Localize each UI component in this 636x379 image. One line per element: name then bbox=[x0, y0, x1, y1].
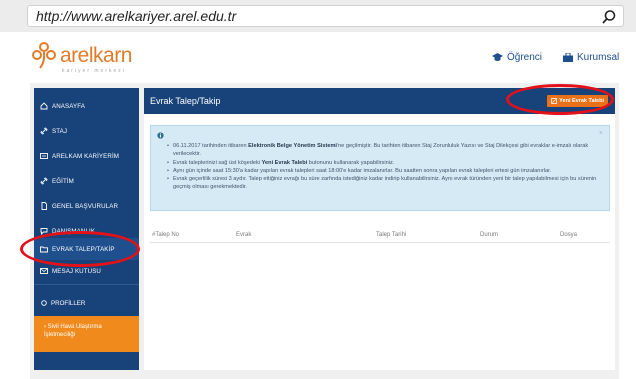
sidebar-item-egitim[interactable]: EĞİTİM bbox=[34, 170, 139, 192]
column-header-talep-no[interactable]: #Talep No bbox=[152, 232, 179, 238]
profiles-label: PROFİLLER bbox=[51, 299, 86, 307]
column-header-durum[interactable]: Durum bbox=[480, 232, 498, 238]
page-title: Evrak Talep/Takip bbox=[150, 96, 221, 106]
sidebar-item-label: ARELKAM KARİYERİM bbox=[52, 152, 120, 160]
column-header-evrak[interactable]: Evrak bbox=[236, 232, 251, 238]
logo-subtext: kariyer merkezi bbox=[62, 68, 126, 74]
sidebar: ANASAYFA STAJ ARELKAM KARİYERİM EĞİTİM G… bbox=[34, 88, 139, 370]
sidebar-item-genel-basvurular[interactable]: GENEL BAŞVURULAR bbox=[34, 195, 139, 217]
kurumsal-label: Kurumsal bbox=[577, 52, 620, 63]
close-icon[interactable]: × bbox=[599, 130, 603, 137]
info-item: 06.11.2017 tarihinden itibaren Elektroni… bbox=[167, 142, 603, 159]
main-content: Evrak Talep/Takip Yeni Evrak Talebi × 06… bbox=[144, 88, 615, 370]
highlight-ring-new-request bbox=[506, 84, 614, 115]
kurumsal-link[interactable]: Kurumsal bbox=[563, 52, 619, 63]
browser-address-bar: http://www.arelkariyer.arel.edu.tr bbox=[0, 0, 636, 32]
info-item: Evrak taleplerinizi sağ üst köşedeki Yen… bbox=[167, 159, 603, 168]
url-field[interactable]: http://www.arelkariyer.arel.edu.tr bbox=[27, 5, 624, 27]
profiles-heading: PROFİLLER bbox=[34, 292, 139, 314]
sidebar-item-anasayfa[interactable]: ANASAYFA bbox=[34, 95, 139, 117]
ogrenci-link[interactable]: Öğrenci bbox=[492, 52, 542, 63]
mail-icon bbox=[40, 268, 48, 274]
sidebar-item-label: MESAJ KUTUSU bbox=[52, 267, 101, 275]
ogrenci-label: Öğrenci bbox=[507, 52, 543, 63]
site-header: arelkarn kariyer merkezi Öğrenci Kurumsa… bbox=[0, 32, 636, 82]
sidebar-item-label: ANASAYFA bbox=[52, 102, 86, 110]
briefcase-icon bbox=[563, 53, 573, 62]
info-icon bbox=[157, 132, 164, 139]
highlight-ring-evrak-talep bbox=[20, 231, 140, 267]
sidebar-item-label: GENEL BAŞVURULAR bbox=[52, 202, 119, 210]
column-header-dosya[interactable]: Dosya bbox=[560, 232, 577, 238]
arelkam-logo[interactable]: arelkarn kariyer merkezi bbox=[22, 38, 162, 76]
sidebar-item-arelkam-kariyerim[interactable]: ARELKAM KARİYERİM bbox=[34, 145, 139, 167]
sidebar-item-label: STAJ bbox=[52, 127, 68, 135]
info-item: Evrak geçerlilik süresi 3 aydır. Talep e… bbox=[167, 175, 603, 192]
circle-icon bbox=[41, 300, 47, 306]
requests-table-header: #Talep No Evrak Talep Tarihi Durum Dosya bbox=[150, 229, 610, 243]
logo-wordmark: arelkarn bbox=[60, 44, 132, 67]
logo-mark-icon bbox=[32, 42, 56, 69]
sidebar-item-label: EĞİTİM bbox=[52, 177, 74, 185]
profile-item-label: Sivil Hava Ulaştırma İşletmeciliği bbox=[44, 324, 102, 338]
info-alert: × 06.11.2017 tarihinden itibaren Elektro… bbox=[150, 125, 610, 211]
url-text: http://www.arelkariyer.arel.edu.tr bbox=[36, 8, 237, 24]
info-list: 06.11.2017 tarihinden itibaren Elektroni… bbox=[167, 142, 603, 192]
sidebar-divider bbox=[34, 284, 139, 285]
link-icon bbox=[40, 177, 48, 185]
link-icon bbox=[40, 127, 48, 135]
column-header-talep-tarihi[interactable]: Talep Tarihi bbox=[376, 232, 406, 238]
home-icon bbox=[40, 102, 48, 110]
card-icon bbox=[40, 153, 48, 159]
profile-item-sivil-hava[interactable]: › Sivil Hava Ulaştırma İşletmeciliği bbox=[34, 316, 139, 352]
graduation-cap-icon bbox=[492, 53, 503, 61]
sidebar-item-staj[interactable]: STAJ bbox=[34, 120, 139, 142]
document-icon bbox=[41, 202, 47, 210]
search-icon[interactable] bbox=[601, 9, 617, 25]
info-item: Aynı gün içinde saat 15:30'a kadar yapıl… bbox=[167, 167, 603, 176]
